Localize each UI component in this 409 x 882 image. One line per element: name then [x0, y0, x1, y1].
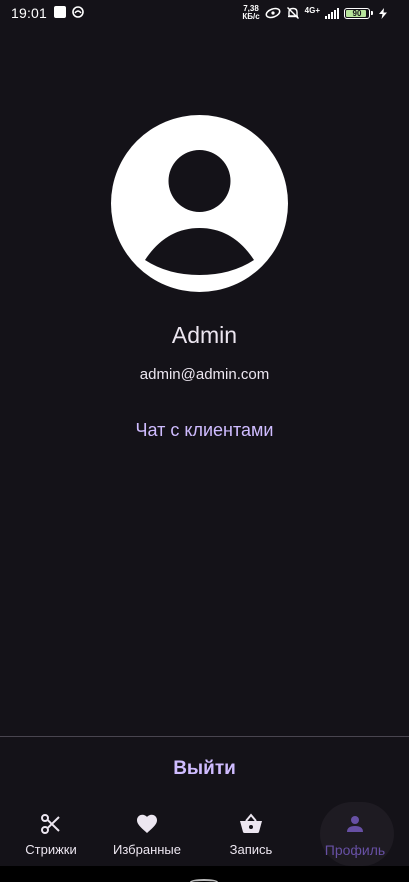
- nav-label-favorites: Избранные: [113, 842, 181, 857]
- battery-icon: 90: [344, 7, 373, 19]
- nav-item-haircuts[interactable]: Стрижки: [0, 802, 102, 866]
- nav-item-favorites[interactable]: Избранные: [96, 802, 198, 866]
- heart-icon: [137, 814, 157, 833]
- nav-item-profile[interactable]: Профиль: [304, 802, 406, 866]
- hotspot-link-icon: [265, 7, 281, 19]
- nav-item-booking[interactable]: Запись: [200, 802, 302, 866]
- profile-screen: 19:01 7,38 КБ/с 4G+ 90 Admin admin@admin…: [0, 0, 409, 882]
- avatar-person-icon: [111, 115, 288, 292]
- basket-icon: [240, 813, 262, 833]
- net-speed-unit: КБ/с: [242, 12, 260, 21]
- app-notification-icon: [54, 6, 66, 18]
- logout-button[interactable]: Выйти: [0, 758, 409, 784]
- bell-off-icon: [286, 7, 299, 19]
- profile-email: admin@admin.com: [139, 366, 270, 383]
- signal-icon: [325, 7, 339, 19]
- profile-name: Admin: [171, 322, 238, 348]
- system-icons: 7,38 КБ/с 4G+ 90: [242, 5, 387, 21]
- nav-label-haircuts: Стрижки: [25, 842, 77, 857]
- status-bar: 19:01 7,38 КБ/с 4G+ 90: [0, 0, 409, 28]
- net-speed: 7,38 КБ/с: [242, 5, 259, 21]
- chat-with-clients-link[interactable]: Чат с клиентами: [0, 420, 409, 441]
- person-icon: [347, 816, 363, 832]
- nav-label-profile: Профиль: [324, 842, 386, 858]
- app-circle-icon: [72, 6, 84, 18]
- battery-level: 90: [352, 8, 362, 18]
- network-type: 4G+: [304, 5, 320, 15]
- nav-label-booking: Запись: [229, 842, 273, 857]
- notification-icons: [54, 6, 84, 18]
- bottom-navigation: Стрижки Избранные Запись Профиль: [0, 802, 409, 866]
- scissors-icon: [41, 814, 60, 834]
- charging-bolt-icon: [379, 7, 387, 19]
- status-time: 19:01: [11, 5, 48, 21]
- system-gesture-bar: [0, 866, 409, 882]
- divider: [0, 736, 409, 737]
